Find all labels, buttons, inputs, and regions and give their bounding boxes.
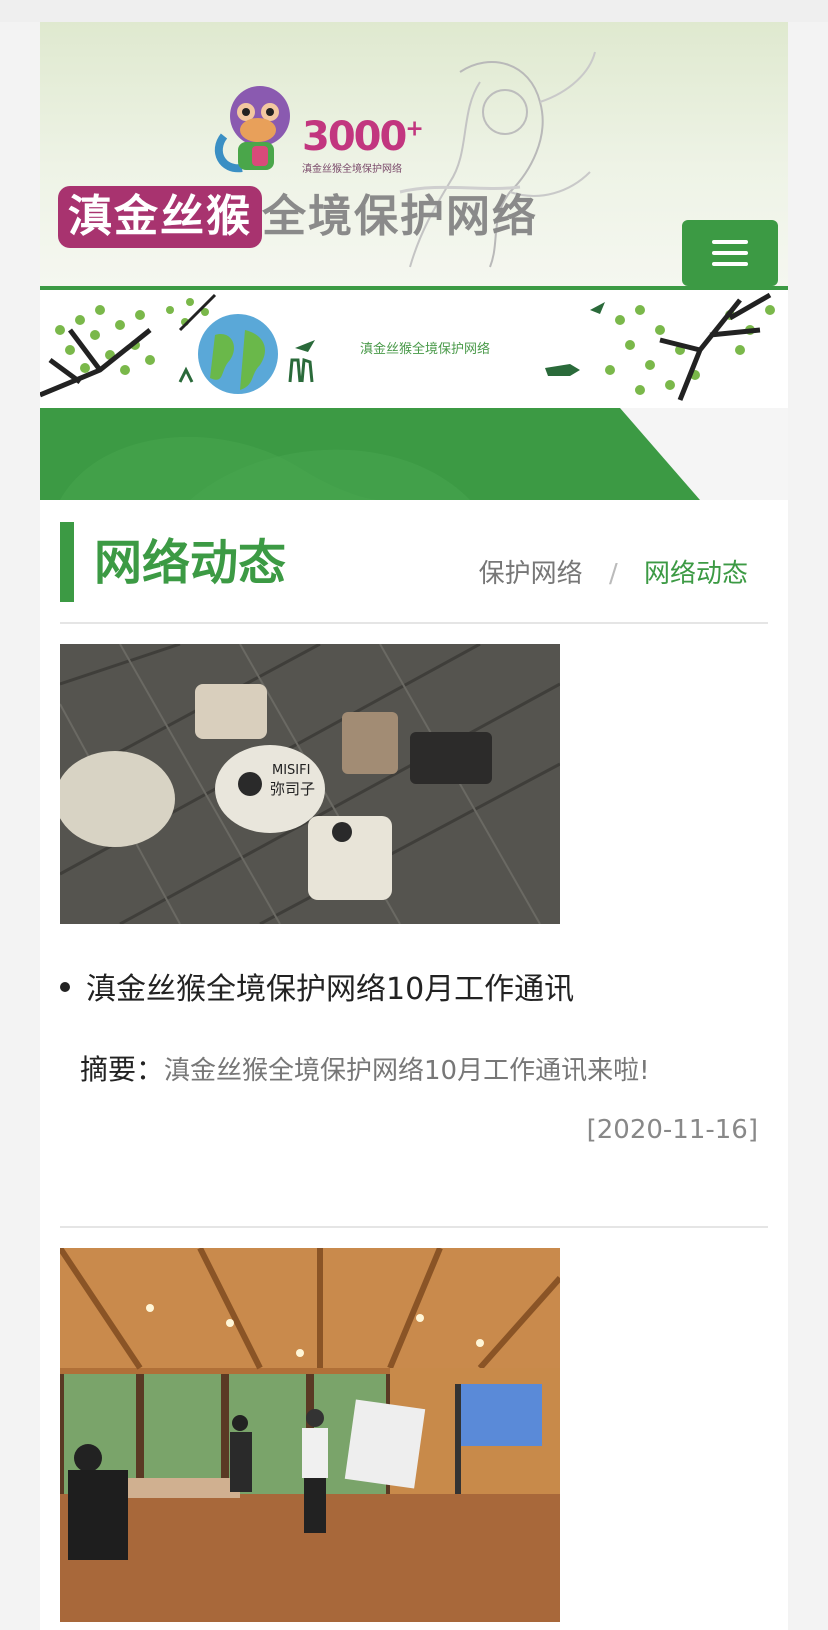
news-date: [2020-11-16] xyxy=(586,1115,758,1145)
banner-green-band xyxy=(40,408,788,500)
news-title-link[interactable]: 滇金丝猴全境保护网络10月工作通讯 xyxy=(86,972,574,1007)
thumb-misizi-text: 弥司子 xyxy=(270,780,315,798)
breadcrumb: 保护网络 / 网络动态 xyxy=(479,554,748,594)
news-title[interactable]: 滇金丝猴全境保护网络10月工作通讯 xyxy=(60,970,574,1010)
news-item: MISIFI 弥司子 滇金丝猴全境保护网络10月工作通讯 摘要：滇金丝猴全境保护… xyxy=(60,644,768,1228)
site-header: 3000+ 滇金丝猴全境保护网络 滇金丝猴 全境保护网络 xyxy=(40,22,788,286)
site-title-highlight: 滇金丝猴 xyxy=(58,186,262,248)
banner-caption: 滇金丝猴全境保护网络 xyxy=(360,342,491,357)
news-thumbnail-meeting-room[interactable] xyxy=(60,1248,560,1622)
breadcrumb-separator: / xyxy=(608,559,618,589)
breadcrumb-link-network[interactable]: 保护网络 xyxy=(479,559,583,589)
site-title-rest: 全境保护网络 xyxy=(262,191,538,242)
news-thumbnail-felt-products[interactable]: MISIFI 弥司子 xyxy=(60,644,560,924)
page-title: 网络动态 xyxy=(94,535,287,591)
status-strip xyxy=(0,0,828,22)
hamburger-menu-icon xyxy=(712,240,748,244)
summary-text: 滇金丝猴全境保护网络10月工作通讯来啦! xyxy=(164,1056,650,1086)
news-summary: 摘要：滇金丝猴全境保护网络10月工作通讯来啦! xyxy=(80,1050,650,1091)
hero-banner: 滇金丝猴全境保护网络 xyxy=(40,290,788,500)
logo-caption: 滇金丝猴全境保护网络 xyxy=(302,164,402,175)
heading-accent-bar xyxy=(60,522,74,602)
section-header: 网络动态 保护网络 / 网络动态 xyxy=(60,522,768,624)
news-item xyxy=(60,1248,768,1630)
monkey-logo-icon xyxy=(214,86,290,173)
breadcrumb-current: 网络动态 xyxy=(643,559,748,589)
hamburger-menu-button[interactable] xyxy=(682,220,778,286)
thumb-misifi-text: MISIFI xyxy=(272,763,310,778)
summary-label: 摘要： xyxy=(80,1053,165,1086)
bullet-dot-icon xyxy=(60,981,70,992)
logo-3000-text: 3000+ xyxy=(302,114,424,160)
page-container: 3000+ 滇金丝猴全境保护网络 滇金丝猴 全境保护网络 滇金丝猴全境保护网络 … xyxy=(40,22,788,1630)
